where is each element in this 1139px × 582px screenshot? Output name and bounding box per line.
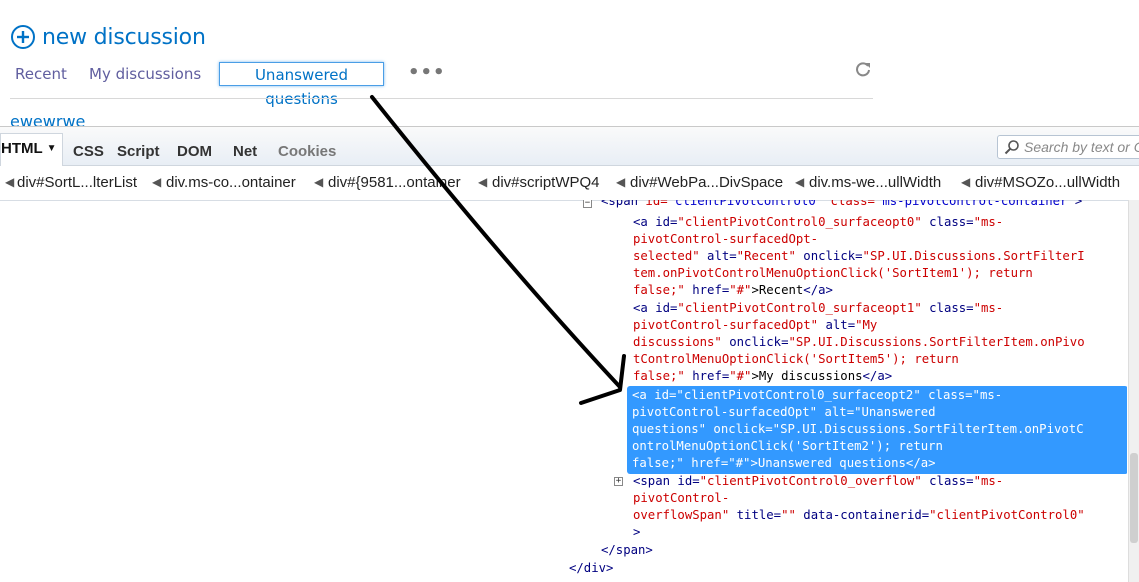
code-line[interactable]: <span id="clientPivotControl0" class="ms… — [601, 200, 1082, 210]
tab-html-label: HTML — [1, 140, 43, 157]
search-icon — [1004, 140, 1019, 155]
code-line[interactable]: <a id="clientPivotControl0_surfaceopt1" … — [633, 300, 1003, 317]
vertical-scrollbar[interactable] — [1128, 200, 1139, 582]
code-line[interactable]: ontrolMenuOptionClick('SortItem2'); retu… — [632, 438, 943, 455]
code-line[interactable]: <a id="clientPivotControl0_surfaceopt0" … — [633, 214, 1003, 231]
pivot-my-discussions[interactable]: My discussions — [89, 65, 201, 83]
html-source-tree: − <span id="clientPivotControl0" class="… — [0, 200, 1127, 582]
developer-tools-panel: HTML ▼ CSS Script DOM Net Cookies Search … — [0, 126, 1139, 582]
tab-css[interactable]: CSS — [73, 143, 104, 160]
scrollbar-thumb[interactable] — [1130, 453, 1138, 543]
new-discussion-label: new discussion — [42, 24, 206, 50]
code-line[interactable]: </span> — [601, 542, 653, 559]
more-options-button[interactable]: ••• — [408, 62, 446, 83]
breadcrumb-separator-icon: ◀ — [152, 175, 162, 189]
code-line[interactable]: <span id="clientPivotControl0_overflow" … — [633, 473, 1003, 490]
code-line[interactable]: selected" alt="Recent" onclick="SP.UI.Di… — [633, 248, 1085, 265]
selected-node[interactable]: <a id="clientPivotControl0_surfaceopt2" … — [627, 386, 1127, 474]
discussion-board: new discussion Recent My discussions Una… — [0, 0, 1139, 131]
pivot-recent[interactable]: Recent — [15, 65, 67, 83]
breadcrumb-separator-icon: ◀ — [961, 175, 971, 189]
pivot-unanswered-questions[interactable]: Unanswered questions — [219, 62, 384, 108]
breadcrumb-separator-icon: ◀ — [795, 175, 805, 189]
code-line[interactable]: pivotControl-surfacedOpt- — [633, 231, 818, 248]
breadcrumb-item[interactable]: div#WebPa...DivSpace — [630, 174, 783, 191]
breadcrumb-separator-icon: ◀ — [314, 175, 324, 189]
breadcrumb-separator-icon: ◀ — [5, 175, 15, 189]
code-line[interactable]: questions" onclick="SP.UI.Discussions.So… — [632, 421, 1084, 438]
tab-script[interactable]: Script — [117, 143, 160, 160]
code-line[interactable]: overflowSpan" title="" data-containerid=… — [633, 507, 1085, 524]
devtools-tab-bar: HTML ▼ CSS Script DOM Net Cookies Search … — [0, 127, 1139, 166]
dropdown-caret-icon: ▼ — [46, 143, 57, 155]
breadcrumb: ◀ div#SortL...lterList ◀ div.ms-co...ont… — [0, 166, 1139, 201]
breadcrumb-separator-icon: ◀ — [616, 175, 626, 189]
tab-cookies[interactable]: Cookies — [278, 143, 336, 160]
breadcrumb-item[interactable]: div.ms-we...ullWidth — [809, 174, 941, 191]
code-line[interactable]: false;" href="#">Unanswered questions</a… — [632, 455, 936, 472]
breadcrumb-item[interactable]: div#SortL...lterList — [17, 174, 137, 191]
breadcrumb-item[interactable]: div#{9581...ontainer — [328, 174, 461, 191]
tab-dom[interactable]: DOM — [177, 143, 212, 160]
breadcrumb-item[interactable]: div.ms-co...ontainer — [166, 174, 296, 191]
code-line[interactable]: discussions" onclick="SP.UI.Discussions.… — [633, 334, 1085, 351]
divider — [10, 98, 873, 99]
breadcrumb-item[interactable]: div#MSOZo...ullWidth — [975, 174, 1120, 191]
breadcrumb-separator-icon: ◀ — [478, 175, 488, 189]
code-line[interactable]: pivotControl- — [633, 490, 729, 507]
breadcrumb-item[interactable]: div#scriptWPQ4 — [492, 174, 600, 191]
code-line[interactable]: <a id="clientPivotControl0_surfaceopt2" … — [632, 387, 1002, 404]
code-line[interactable]: > — [633, 524, 640, 541]
refresh-icon[interactable] — [855, 61, 871, 77]
code-line[interactable]: </div> — [569, 560, 613, 577]
code-line[interactable]: tem.onPivotControlMenuOptionClick('SortI… — [633, 265, 1033, 282]
new-discussion-link[interactable]: new discussion — [10, 24, 206, 50]
tab-net[interactable]: Net — [233, 143, 257, 160]
code-line[interactable]: false;" href="#">My discussions</a> — [633, 368, 892, 385]
collapse-toggle-icon[interactable]: − — [583, 200, 592, 208]
code-line[interactable]: pivotControl-surfacedOpt" alt="My — [633, 317, 877, 334]
code-line[interactable]: pivotControl-surfacedOpt" alt="Unanswere… — [632, 404, 936, 421]
tab-html[interactable]: HTML ▼ — [0, 133, 63, 166]
code-line[interactable]: false;" href="#">Recent</a> — [633, 282, 833, 299]
code-line[interactable]: tControlMenuOptionClick('SortItem5'); re… — [633, 351, 959, 368]
expand-toggle-icon[interactable]: + — [614, 477, 623, 486]
add-circle-icon — [11, 25, 35, 49]
